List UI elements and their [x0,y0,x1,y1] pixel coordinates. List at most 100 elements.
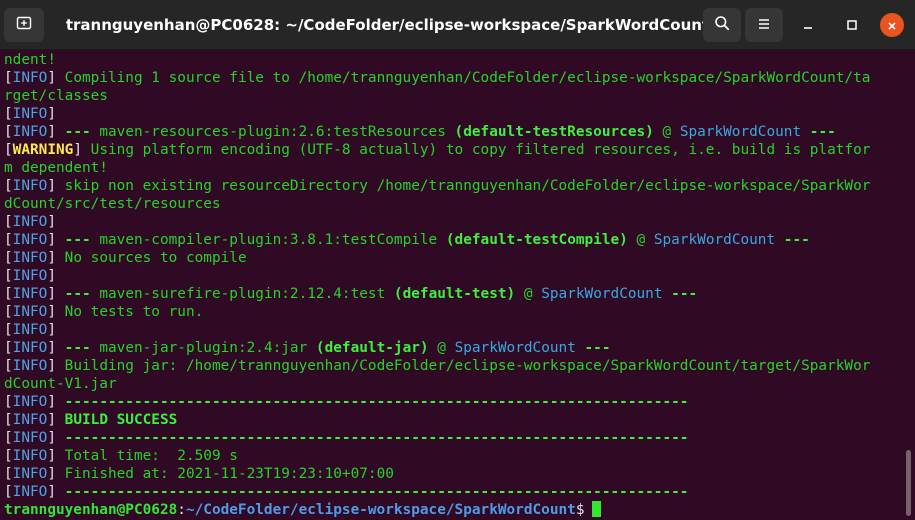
terminal-line: [INFO] Finished at: 2021-11-23T19:23:10+… [4,465,908,483]
log-text: --- [662,286,698,302]
prompt-symbol: $ [575,502,585,518]
log-level-info: [INFO] [4,214,56,230]
log-level-info: [INFO] [4,322,56,338]
terminal-output-area[interactable]: ndent! [INFO] Compiling 1 source file to … [0,50,915,520]
text-cursor [591,501,601,517]
bracket-open: [ [4,430,13,446]
maximize-icon [846,16,858,35]
bracket-open: [ [4,250,13,266]
bracket-close: ] [47,250,56,266]
bracket-close: ] [47,106,56,122]
terminal-line: [INFO] skip non existing resourceDirecto… [4,177,908,195]
log-level-text: INFO [12,466,48,482]
minimize-button[interactable] [796,13,820,37]
log-text: maven-compiler-plugin:3.8.1:testCompile [99,232,438,248]
maximize-button[interactable] [840,13,864,37]
log-level-info: [INFO] [4,106,56,122]
log-level-info: [INFO] [4,412,56,428]
menu-button[interactable] [745,8,783,42]
log-level-text: INFO [12,250,48,266]
prompt-separator: : [177,502,186,518]
bracket-close: ] [47,70,56,86]
log-level-text: INFO [12,268,48,284]
log-text: --- [801,124,836,140]
prompt-path: ~/CodeFolder/eclipse-workspace/SparkWord… [185,502,576,518]
terminal-line: ndent! [4,51,908,69]
bracket-close: ] [47,484,56,500]
terminal-line: dCount/src/test/resources [4,195,908,213]
new-tab-button[interactable] [4,8,44,42]
bracket-close: ] [47,412,56,428]
log-text: (default-testCompile) [437,232,628,248]
terminal-line: m dependent! [4,159,908,177]
bracket-open: [ [4,214,13,230]
terminal-line: [INFO] BUILD SUCCESS [4,411,908,429]
bracket-open: [ [4,484,13,500]
terminal-line: [INFO] Compiling 1 source file to /home/… [4,69,908,87]
terminal-line: [INFO] ---------------------------------… [4,483,908,501]
log-text: @ [428,340,455,356]
log-text: dCount/src/test/resources [4,196,221,212]
log-level-text: INFO [12,430,48,446]
log-level-info: [INFO] [4,340,56,356]
log-level-text: INFO [12,448,48,464]
log-level-info: [INFO] [4,178,56,194]
log-level-info: [INFO] [4,466,56,482]
log-level-info: [INFO] [4,70,56,86]
bracket-open: [ [4,394,13,410]
log-text: (default-test) [385,286,516,302]
log-text: SparkWordCount [679,124,802,140]
log-level-info: [INFO] [4,304,56,320]
terminal-line: [INFO] --- maven-jar-plugin:2.4:jar (def… [4,339,908,357]
terminal-line: rget/classes [4,87,908,105]
terminal-line: [INFO] --- maven-resources-plugin:2.6:te… [4,123,908,141]
title-bar: trannguyenhan@PC0628: ~/CodeFolder/eclip… [0,0,915,50]
terminal-output: ndent! [INFO] Compiling 1 source file to … [4,51,908,519]
log-text: --- [56,286,100,302]
bracket-open: [ [4,232,13,248]
log-text: --- [775,232,810,248]
log-level-info: [INFO] [4,232,56,248]
search-button[interactable] [703,8,741,42]
log-level-text: INFO [12,178,48,194]
log-text: --- [575,340,611,356]
log-level-text: INFO [12,70,48,86]
log-level-text: INFO [12,124,48,140]
terminal-line: [WARNING] Using platform encoding (UTF-8… [4,141,908,159]
close-button[interactable] [880,13,904,37]
log-text: (default-jar) [307,340,429,356]
terminal-line: [INFO] No sources to compile [4,249,908,267]
terminal-line: [INFO] --- maven-surefire-plugin:2.12.4:… [4,285,908,303]
bracket-open: [ [4,448,13,464]
bracket-close: ] [47,430,56,446]
bracket-open: [ [4,142,13,158]
terminal-line: [INFO] No tests to run. [4,303,908,321]
log-text: --- [56,340,100,356]
log-level-text: INFO [12,484,48,500]
log-text: maven-surefire-plugin:2.12.4:test [99,286,386,302]
log-text: Using platform encoding (UTF-8 actually)… [82,142,871,158]
log-level-info: [INFO] [4,250,56,266]
bracket-close: ] [47,322,56,338]
log-level-text: INFO [12,322,48,338]
log-text: rget/classes [4,88,108,104]
log-level-info: [INFO] [4,124,56,140]
terminal-line: [INFO] [4,267,908,285]
bracket-close: ] [47,394,56,410]
vertical-scrollbar[interactable] [906,450,911,516]
bracket-close: ] [73,142,82,158]
log-level-info: [INFO] [4,268,56,284]
terminal-line: [INFO] Total time: 2.509 s [4,447,908,465]
bracket-open: [ [4,466,13,482]
log-text: ----------------------------------------… [56,484,689,500]
log-text: No tests to run. [56,304,204,320]
log-level-text: INFO [12,358,48,374]
log-text: No sources to compile [56,250,247,266]
bracket-close: ] [47,448,56,464]
terminal-line: [INFO] [4,213,908,231]
shell-prompt-line[interactable]: trannguyenhan@PC0628:~/CodeFolder/eclips… [4,501,908,519]
bracket-close: ] [47,466,56,482]
log-text: ----------------------------------------… [56,430,689,446]
log-level-info: [INFO] [4,286,56,302]
bracket-open: [ [4,340,13,356]
